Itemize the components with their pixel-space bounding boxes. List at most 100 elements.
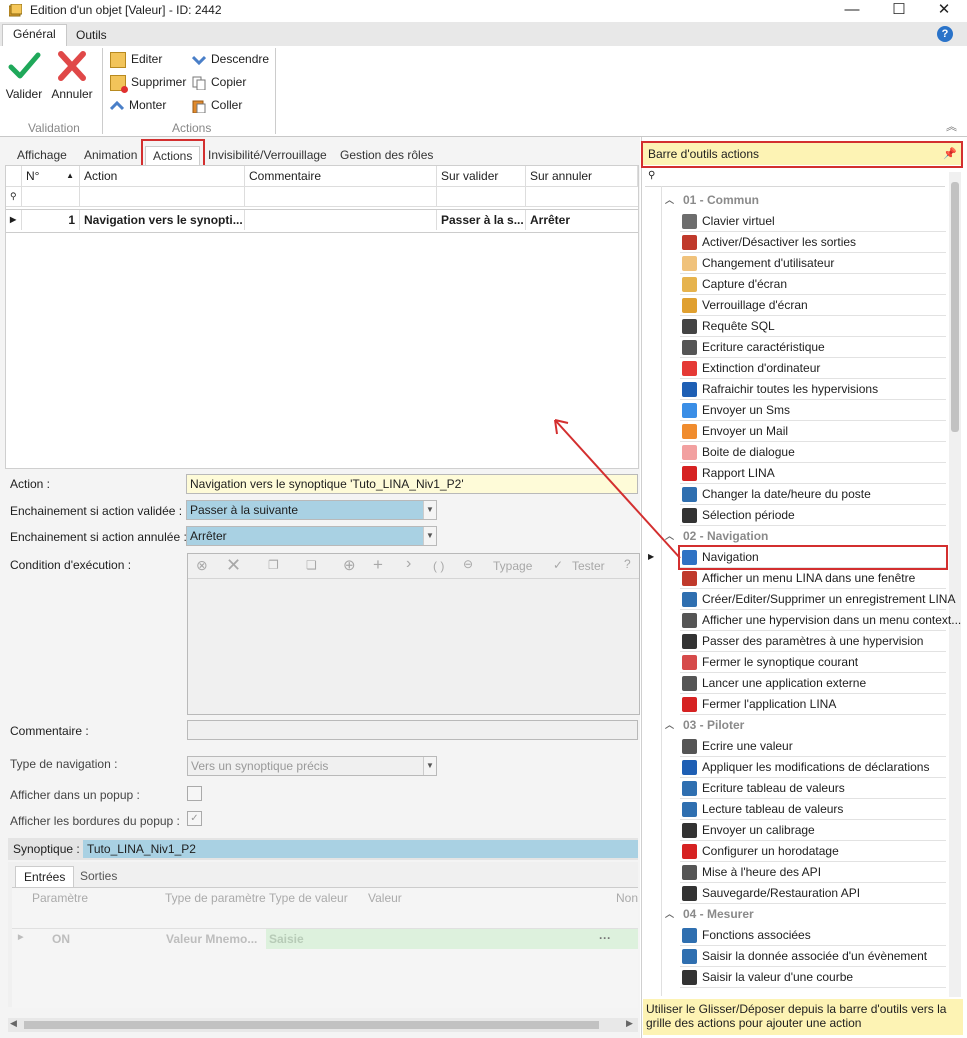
tab-gestion-roles[interactable]: Gestion des rôles <box>333 146 440 166</box>
copier-button[interactable]: Copier <box>192 72 246 92</box>
tool-item[interactable]: Envoyer un Sms <box>680 400 946 421</box>
add-circle-icon[interactable]: ⊕ <box>343 556 356 574</box>
param-row[interactable]: ▶ ON Valeur Mnemo... Saisie ··· <box>12 928 638 949</box>
tool-item[interactable]: Clavier virtuel <box>680 211 946 232</box>
scroll-thumb[interactable] <box>24 1021 599 1029</box>
paste-icon[interactable]: ❏ <box>306 558 317 572</box>
parentheses-button[interactable]: ( ) <box>433 559 444 573</box>
tool-item[interactable]: Lancer une application externe <box>680 673 946 694</box>
tab-affichage[interactable]: Affichage <box>10 146 74 166</box>
tool-item[interactable]: Capture d'écran <box>680 274 946 295</box>
minimize-button[interactable]: — <box>829 0 875 22</box>
chevron-right-icon[interactable]: › <box>406 555 411 573</box>
tool-item[interactable]: Afficher une hypervision dans un menu co… <box>680 610 961 631</box>
vertical-scrollbar[interactable] <box>949 172 961 997</box>
tool-item[interactable]: Envoyer un Mail <box>680 421 946 442</box>
link-icon[interactable]: ⊖ <box>463 557 473 571</box>
delete-x-icon[interactable]: ✕ <box>226 555 241 576</box>
tool-item[interactable]: Mise à l'heure des API <box>680 862 946 883</box>
tool-item[interactable]: Rafraichir toutes les hypervisions <box>680 379 946 400</box>
type-nav-select[interactable]: Vers un synoptique précis ▼ <box>187 756 437 776</box>
monter-button[interactable]: Monter <box>109 95 166 115</box>
tool-item[interactable]: Requête SQL <box>680 316 946 337</box>
category-header[interactable]: ︿ 02 - Navigation <box>665 526 946 546</box>
tool-item[interactable]: Sauvegarde/Restauration API <box>680 883 946 904</box>
ribbon-tab-general[interactable]: Général <box>2 24 67 48</box>
collapse-ribbon-icon[interactable]: ︽ <box>946 118 957 134</box>
tool-item[interactable]: Afficher un menu LINA dans une fenêtre <box>680 568 946 589</box>
coller-button[interactable]: Coller <box>192 95 242 115</box>
filter-cell[interactable] <box>80 186 245 206</box>
chevron-up-icon[interactable]: ︿ <box>665 190 674 210</box>
tool-item[interactable]: Changer la date/heure du poste <box>680 484 946 505</box>
ribbon: Valider Annuler Validation Editer Suppri… <box>0 46 967 137</box>
tool-item[interactable]: Extinction d'ordinateur <box>680 358 946 379</box>
tool-item[interactable]: Activer/Désactiver les sorties <box>680 232 946 253</box>
tool-item[interactable]: Boite de dialogue <box>680 442 946 463</box>
filter-cell[interactable] <box>22 186 80 206</box>
annuler-button[interactable]: Annuler <box>50 50 94 101</box>
tool-item[interactable]: Créer/Editer/Supprimer un enregistrement… <box>680 589 955 610</box>
plus-icon[interactable]: + <box>373 555 383 575</box>
tool-item[interactable]: Saisir la donnée associée d'un évènement <box>680 946 946 967</box>
tool-item[interactable]: Envoyer un calibrage <box>680 820 946 841</box>
subtab-entrees[interactable]: Entrées <box>15 866 75 887</box>
category-header[interactable]: ︿ 04 - Mesurer <box>665 904 946 924</box>
typage-button[interactable]: Typage <box>493 559 532 573</box>
valider-button[interactable]: Valider <box>4 50 44 101</box>
filter-cell[interactable] <box>245 186 437 206</box>
clear-circle-icon[interactable]: ⊗ <box>196 557 208 574</box>
scroll-thumb[interactable] <box>951 182 959 432</box>
copy-icon[interactable]: ❐ <box>268 558 279 572</box>
tool-item[interactable]: Sélection période <box>680 505 946 526</box>
maximize-button[interactable]: ☐ <box>876 0 922 22</box>
tool-item[interactable]: Passer des paramètres à une hypervision <box>680 631 946 652</box>
col-header-sur-valider[interactable]: Sur valider <box>437 166 526 186</box>
tool-item[interactable]: Ecrire une valeur <box>680 736 946 757</box>
filter-row[interactable]: ⚲ <box>6 186 638 207</box>
col-header-commentaire[interactable]: Commentaire <box>245 166 437 186</box>
subtab-sorties[interactable]: Sorties <box>80 866 117 886</box>
col-header-sur-annuler[interactable]: Sur annuler <box>526 166 638 186</box>
tab-animation[interactable]: Animation <box>77 146 144 166</box>
synoptique-field[interactable]: Tuto_LINA_Niv1_P2 <box>83 840 638 858</box>
tool-item[interactable]: Ecriture caractéristique <box>680 337 946 358</box>
popup-checkbox[interactable] <box>187 786 202 801</box>
close-button[interactable]: ✕ <box>921 0 967 22</box>
editer-button[interactable]: Editer <box>110 49 162 69</box>
filter-cell[interactable] <box>526 186 638 206</box>
col-header-action[interactable]: Action <box>80 166 245 186</box>
panel-filter-row[interactable]: ⚲ <box>645 170 945 187</box>
tool-item[interactable]: Lecture tableau de valeurs <box>680 799 946 820</box>
tool-item[interactable]: Appliquer les modifications de déclarati… <box>680 757 946 778</box>
tool-item[interactable]: Verrouillage d'écran <box>680 295 946 316</box>
tool-item[interactable]: Fermer l'application LINA <box>680 694 946 715</box>
category-header[interactable]: ︿ 01 - Commun <box>665 190 946 210</box>
help-icon[interactable]: ? <box>937 26 953 42</box>
commentaire-field[interactable] <box>187 720 638 740</box>
tool-item[interactable]: Changement d'utilisateur <box>680 253 946 274</box>
tool-item[interactable]: Saisir la valeur d'une courbe <box>680 967 946 988</box>
filter-cell[interactable] <box>437 186 526 206</box>
tool-item[interactable]: Fermer le synoptique courant <box>680 652 946 673</box>
col-header-num[interactable]: N° ▲ <box>22 166 80 186</box>
tool-item[interactable]: Fonctions associées <box>680 925 946 946</box>
param-saisie-cell[interactable]: Saisie ··· <box>266 929 638 949</box>
ench-valid-select[interactable]: Passer à la suivante ▼ <box>186 500 437 520</box>
tab-invisibilite[interactable]: Invisibilité/Verrouillage <box>201 146 334 166</box>
table-row[interactable]: ▶ 1 Navigation vers le synopti... Passer… <box>6 209 638 233</box>
ellipsis-button[interactable]: ··· <box>599 931 611 945</box>
chevron-up-icon[interactable]: ︿ <box>665 715 674 735</box>
chevron-up-icon[interactable]: ︿ <box>665 904 674 924</box>
tool-item[interactable]: Ecriture tableau de valeurs <box>680 778 946 799</box>
horizontal-scrollbar[interactable]: ◀ ▶ <box>8 1018 638 1032</box>
ribbon-tab-outils[interactable]: Outils <box>66 26 117 46</box>
tool-item[interactable]: Rapport LINA <box>680 463 946 484</box>
tool-item[interactable]: Configurer un horodatage <box>680 841 946 862</box>
descendre-button[interactable]: Descendre <box>191 49 269 69</box>
category-header[interactable]: ︿ 03 - Piloter <box>665 715 946 735</box>
condition-editor[interactable]: ⊗ ✕ ❐ ❏ ⊕ + › ( ) ⊖ Typage ✓ Tester ? <box>187 553 640 715</box>
ench-annul-select[interactable]: Arrêter ▼ <box>186 526 437 546</box>
bordures-checkbox[interactable]: ✓ <box>187 811 202 826</box>
supprimer-button[interactable]: Supprimer <box>110 72 186 93</box>
